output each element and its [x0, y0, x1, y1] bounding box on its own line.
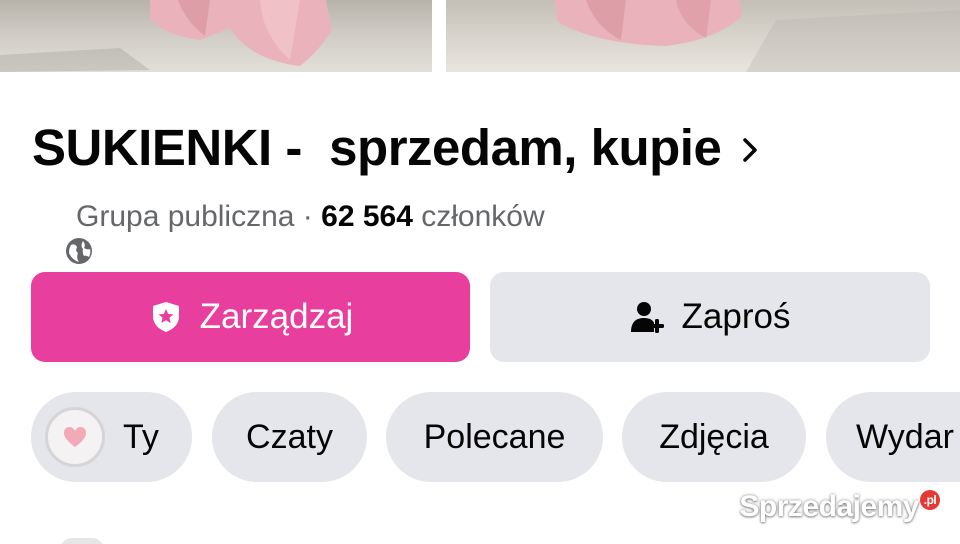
invite-label: Zaproś — [681, 297, 791, 336]
group-meta: Grupa publiczna · 62 564 członków — [32, 197, 545, 264]
add-person-icon — [630, 299, 666, 335]
tab-recommended[interactable]: Polecane — [386, 392, 603, 482]
manage-label: Zarządzaj — [199, 297, 354, 336]
post-avatar-peek — [60, 538, 104, 544]
watermark-text: Sprzedajemy — [739, 490, 919, 523]
tab-photos-label: Zdjęcia — [659, 417, 769, 456]
watermark-badge: .pl — [920, 490, 940, 510]
tab-events-label: Wydar — [856, 417, 954, 456]
tab-you[interactable]: Ty — [31, 392, 192, 482]
dress-photo-right — [554, 0, 960, 72]
tab-chats-label: Czaty — [246, 417, 333, 456]
shield-star-icon — [148, 299, 184, 335]
chevron-right-icon[interactable] — [741, 135, 763, 165]
globe-icon — [32, 203, 93, 264]
invite-button[interactable]: Zaproś — [490, 272, 930, 362]
tab-photos[interactable]: Zdjęcia — [622, 392, 806, 482]
watermark-logo: Sprzedajemy .pl — [739, 490, 940, 524]
meta-separator: · — [294, 200, 322, 233]
tab-recommended-label: Polecane — [423, 417, 566, 456]
member-count[interactable]: 62 564 — [321, 200, 413, 234]
group-title-row[interactable]: SUKIENKI - sprzedam, kupie — [32, 112, 763, 182]
tab-chats[interactable]: Czaty — [212, 392, 367, 482]
member-suffix[interactable]: członków — [413, 200, 544, 234]
cover-photo-right[interactable] — [446, 0, 960, 72]
group-title[interactable]: SUKIENKI - sprzedam, kupie — [32, 118, 722, 177]
tab-events[interactable]: Wydar — [826, 392, 960, 482]
heart-avatar-icon — [45, 407, 105, 467]
cover-photo-left[interactable] — [0, 0, 432, 72]
privacy-label: Grupa publiczna — [76, 200, 295, 233]
dress-photo-left — [0, 0, 332, 72]
group-tabs: Ty Czaty Polecane Zdjęcia Wydar — [31, 392, 960, 482]
tab-you-label: Ty — [123, 417, 159, 456]
manage-button[interactable]: Zarządzaj — [31, 272, 470, 362]
